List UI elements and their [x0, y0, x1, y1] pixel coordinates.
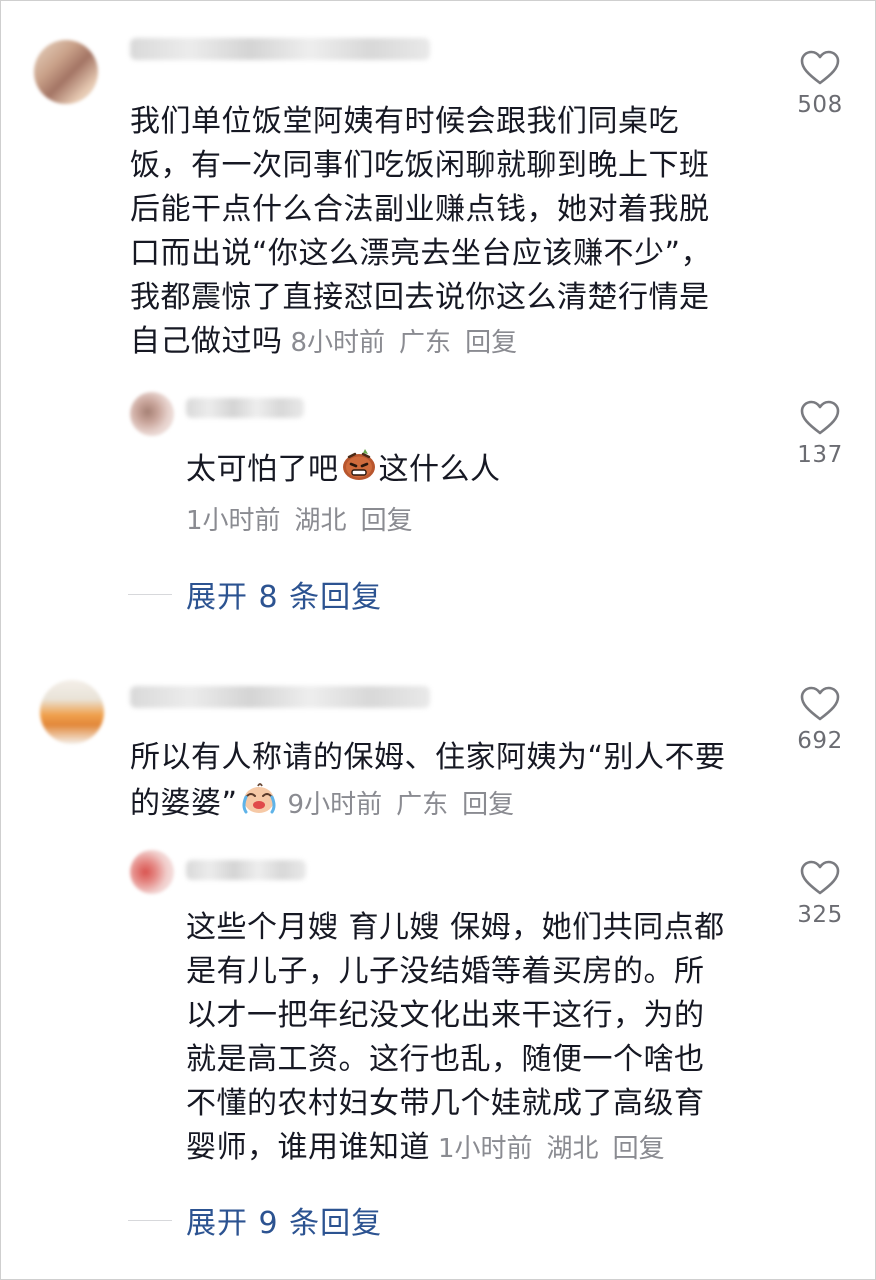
timestamp: 8小时前: [290, 328, 386, 358]
location: 广东: [399, 328, 452, 358]
reply-text: 太可怕了吧 这什么人: [186, 446, 746, 495]
avatar[interactable]: [34, 40, 98, 104]
expand-replies-button[interactable]: 展开 8 条回复: [128, 572, 382, 616]
reply-button[interactable]: 回复: [613, 1134, 665, 1164]
comment-text-last-line: 自己做过吗: [130, 324, 283, 359]
crying-face-emoji: [240, 780, 278, 829]
like-count: 508: [797, 92, 843, 118]
angry-face-emoji: [341, 446, 377, 495]
reply-button[interactable]: 回复: [462, 790, 514, 820]
comment-meta: 8小时前 广东 回复: [291, 328, 532, 358]
comment-text: 所以有人称请的保姆、住家阿姨为“别人不要 的婆婆” 9小时前 广东 回复: [130, 736, 770, 829]
location: 广东: [396, 790, 449, 820]
location: 湖北: [294, 506, 347, 536]
timestamp: 1小时前: [186, 506, 281, 536]
heart-outline-icon: [800, 860, 840, 895]
comment-text-last-line: 的婆婆”: [130, 786, 238, 821]
location: 湖北: [546, 1134, 599, 1164]
timestamp: 9小时前: [287, 790, 383, 820]
timestamp: 1小时前: [438, 1134, 533, 1164]
like-count: 692: [797, 728, 843, 754]
reply-meta: 1小时前 湖北 回复: [186, 500, 427, 537]
reply-text-part: 这什么人: [378, 452, 501, 487]
reply-text: 这些个月嫂 育儿嫂 保姆，她们共同点都 是有儿子，儿子没结婚等着买房的。所 以才…: [186, 910, 725, 1165]
heart-outline-icon: [800, 686, 840, 721]
expand-replies-label[interactable]: 展开 8 条回复: [186, 572, 382, 616]
like-count: 137: [797, 442, 843, 468]
expand-replies-label[interactable]: 展开 9 条回复: [186, 1198, 382, 1242]
reply-username[interactable]: [186, 860, 306, 880]
reply-username[interactable]: [186, 398, 304, 418]
reply-button[interactable]: 回复: [465, 328, 517, 358]
reply-button[interactable]: 回复: [361, 506, 413, 536]
reply-avatar[interactable]: [130, 392, 174, 436]
like-count: 325: [797, 902, 843, 928]
like-button[interactable]: 325: [780, 860, 860, 928]
username[interactable]: [130, 686, 430, 708]
comment-meta: 9小时前 广东 回复: [288, 790, 529, 820]
expand-replies-button[interactable]: 展开 9 条回复: [128, 1198, 382, 1242]
like-button[interactable]: 137: [780, 400, 860, 468]
like-button[interactable]: 692: [780, 686, 860, 754]
divider: [128, 593, 172, 595]
divider: [128, 1219, 172, 1221]
heart-outline-icon: [800, 400, 840, 435]
reply-text-part: 太可怕了吧: [186, 452, 339, 487]
reply-text-last-line: 婴师，谁用谁知道: [186, 1130, 430, 1165]
like-button[interactable]: 508: [780, 50, 860, 118]
reply-avatar[interactable]: [130, 850, 174, 894]
heart-outline-icon: [800, 50, 840, 85]
avatar[interactable]: [40, 680, 104, 744]
comment-text: 我们单位饭堂阿姨有时候会跟我们同桌吃 饭，有一次同事们吃饭闲聊就聊到晚上下班 后…: [130, 104, 712, 359]
reply-meta: 1小时前 湖北 回复: [438, 1134, 679, 1164]
username[interactable]: [130, 38, 430, 60]
